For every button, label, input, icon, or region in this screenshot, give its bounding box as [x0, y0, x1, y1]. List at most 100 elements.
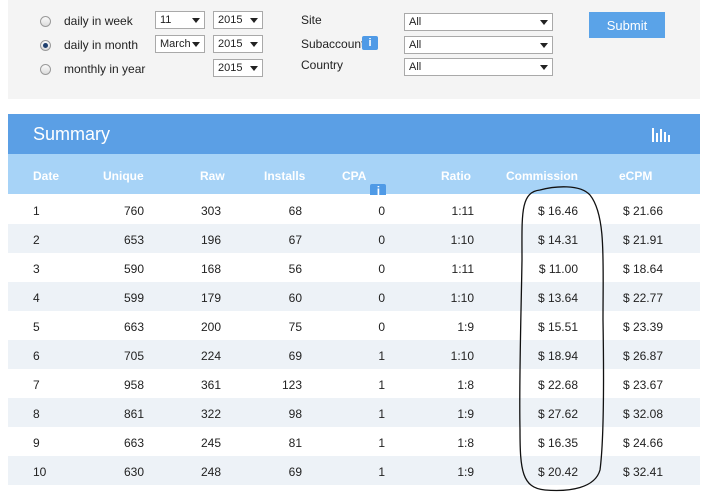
cell-unique: 590 — [123, 262, 144, 276]
cell-ratio: 1:11 — [451, 262, 474, 276]
cell-date: 4 — [33, 291, 40, 305]
summary-header: Summary — [8, 114, 700, 154]
cell-installs: 69 — [288, 349, 302, 363]
column-header-cpa-label: CPA — [342, 169, 367, 183]
cell-commission: $ 16.46 — [537, 204, 578, 218]
column-header-raw[interactable]: Raw — [200, 169, 225, 183]
cell-raw: 200 — [200, 320, 221, 334]
chevron-down-icon — [250, 66, 258, 71]
table-row: 1 760 303 68 0 1:11 $ 16.46 $ 21.66 — [8, 195, 700, 224]
table-header: Date Unique Raw Installs CPA i Ratio Comm… — [8, 154, 700, 198]
cell-unique: 663 — [123, 436, 144, 450]
cell-raw: 303 — [200, 204, 221, 218]
cell-installs: 60 — [288, 291, 302, 305]
cell-ratio: 1:8 — [457, 436, 474, 450]
cell-cpa: 0 — [378, 262, 385, 276]
cell-installs: 56 — [288, 262, 302, 276]
column-header-ecpm[interactable]: eCPM — [619, 169, 652, 183]
chevron-down-icon — [250, 18, 258, 23]
cell-raw: 224 — [200, 349, 221, 363]
chevron-down-icon — [540, 20, 548, 25]
chevron-down-icon — [250, 42, 258, 47]
cell-raw: 245 — [200, 436, 221, 450]
site-label: Site — [301, 13, 322, 27]
cell-ecpm: $ 22.77 — [622, 291, 663, 305]
week-year-select[interactable]: 2015 — [213, 11, 263, 29]
submit-button[interactable]: Submit — [589, 12, 665, 38]
year-select[interactable]: 2015 — [213, 59, 263, 77]
cell-cpa: 1 — [378, 378, 385, 392]
cell-ratio: 1:10 — [450, 233, 474, 247]
cell-installs: 123 — [281, 378, 302, 392]
cell-unique: 705 — [123, 349, 144, 363]
info-icon[interactable]: i — [362, 36, 378, 50]
week-select-value: 11 — [160, 14, 172, 26]
cell-date: 5 — [33, 320, 40, 334]
month-year-select-value: 2015 — [218, 38, 243, 50]
cell-installs: 75 — [288, 320, 302, 334]
bar-chart-icon[interactable] — [652, 127, 670, 142]
radio-daily-in-month[interactable]: daily in month — [30, 38, 138, 52]
subaccount-select-value: All — [409, 39, 422, 51]
radio-monthly-in-year[interactable]: monthly in year — [30, 62, 145, 76]
cell-commission: $ 27.62 — [537, 407, 578, 421]
cell-raw: 179 — [200, 291, 221, 305]
column-header-ratio[interactable]: Ratio — [441, 169, 471, 183]
cell-ratio: 1:11 — [451, 204, 474, 218]
table-row: 2 653 196 67 0 1:10 $ 14.31 $ 21.91 — [8, 224, 700, 253]
year-select-value: 2015 — [218, 62, 243, 74]
cell-raw: 196 — [200, 233, 221, 247]
country-select[interactable]: All — [404, 58, 553, 76]
cell-unique: 630 — [123, 465, 144, 479]
cell-ecpm: $ 21.66 — [622, 204, 663, 218]
chevron-down-icon — [192, 42, 200, 47]
month-year-select[interactable]: 2015 — [213, 35, 263, 53]
chevron-down-icon — [540, 65, 548, 70]
cell-commission: $ 14.31 — [537, 233, 578, 247]
cell-commission: $ 20.42 — [537, 465, 578, 479]
site-select[interactable]: All — [404, 13, 553, 31]
radio-button[interactable] — [40, 39, 51, 51]
table-row: 7 958 361 123 1 1:8 $ 22.68 $ 23.67 — [8, 369, 700, 398]
cell-unique: 760 — [123, 204, 144, 218]
cell-ecpm: $ 21.91 — [622, 233, 663, 247]
month-select[interactable]: March — [155, 35, 205, 53]
cell-commission: $ 16.35 — [537, 436, 578, 450]
cell-unique: 663 — [123, 320, 144, 334]
cell-installs: 68 — [288, 204, 302, 218]
subaccount-select[interactable]: All — [404, 36, 553, 54]
cell-unique: 599 — [123, 291, 144, 305]
column-header-unique[interactable]: Unique — [103, 169, 144, 183]
radio-button[interactable] — [40, 63, 51, 75]
cell-unique: 958 — [123, 378, 144, 392]
week-year-select-value: 2015 — [218, 14, 243, 26]
radio-button[interactable] — [40, 15, 51, 27]
cell-ecpm: $ 32.41 — [622, 465, 663, 479]
subaccount-label: Subaccount — [301, 37, 365, 51]
radio-daily-in-week[interactable]: daily in week — [30, 14, 133, 28]
table-row: 4 599 179 60 0 1:10 $ 13.64 $ 22.77 — [8, 282, 700, 311]
cell-commission: $ 22.68 — [537, 378, 578, 392]
cell-ecpm: $ 26.87 — [622, 349, 663, 363]
cell-date: 7 — [33, 378, 40, 392]
chevron-down-icon — [192, 18, 200, 23]
cell-installs: 81 — [288, 436, 302, 450]
column-header-commission[interactable]: Commission — [506, 169, 578, 183]
column-header-cpa[interactable]: CPA i — [342, 169, 387, 198]
radio-label: daily in month — [64, 38, 139, 52]
cell-cpa: 0 — [378, 233, 385, 247]
column-header-date[interactable]: Date — [33, 169, 59, 183]
cell-unique: 861 — [123, 407, 144, 421]
cell-unique: 653 — [123, 233, 144, 247]
cell-ratio: 1:10 — [450, 349, 474, 363]
week-select[interactable]: 11 — [155, 11, 205, 29]
cell-raw: 322 — [200, 407, 221, 421]
cell-cpa: 0 — [378, 320, 385, 334]
cell-ratio: 1:9 — [457, 320, 474, 334]
cell-ecpm: $ 23.39 — [622, 320, 663, 334]
table-row: 8 861 322 98 1 1:9 $ 27.62 $ 32.08 — [8, 398, 700, 427]
cell-commission: $ 11.00 — [538, 262, 578, 276]
radio-label: monthly in year — [64, 62, 146, 76]
cell-ratio: 1:8 — [457, 378, 474, 392]
column-header-installs[interactable]: Installs — [264, 169, 305, 183]
